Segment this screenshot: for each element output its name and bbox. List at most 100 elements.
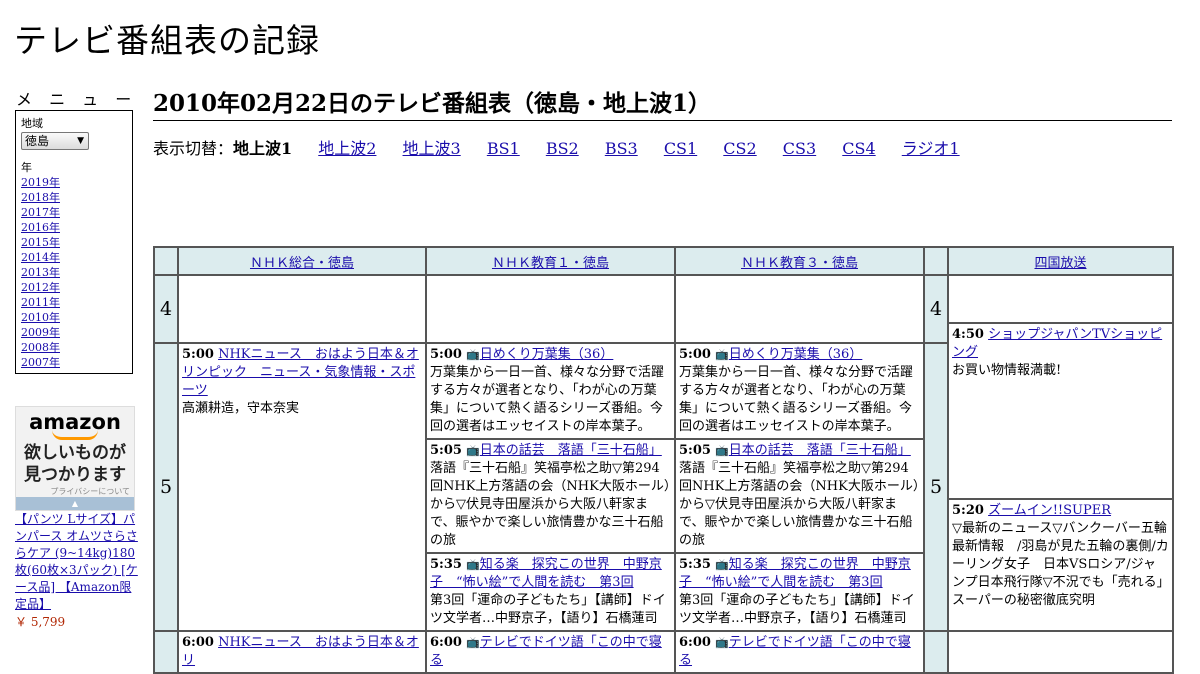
program-cell: 5:20 ズームイン!!SUPER ▽最新のニュース▽バンクーバー五輪最新情報 …	[947, 498, 1174, 632]
switcher-link-bs2[interactable]: BS2	[546, 139, 579, 158]
program-desc: 万葉集から一日一首、様々な分野で活躍する方々が選者となり、「わが心の万葉集」につ…	[430, 365, 665, 434]
program-time: 6:00	[679, 635, 711, 650]
program-cell: 6:00 NHKニュース おはよう日本＆オリ	[177, 630, 427, 674]
tv-icon: 📺	[715, 348, 729, 361]
channel-header-row: ＮＨＫ総合・徳島 ＮＨＫ教育１・徳島 ＮＨＫ教育３・徳島 四国放送	[153, 246, 1174, 276]
amazon-ad-banner[interactable]: amazon 欲しいものが 見つかります プライバシーについて ▲	[15, 406, 135, 511]
program-title-link[interactable]: ショップジャパンTVショッピング	[952, 327, 1162, 360]
program-grid: ＮＨＫ総合・徳島 ＮＨＫ教育１・徳島 ＮＨＫ教育３・徳島 四国放送 4 4 4:…	[153, 246, 1174, 674]
channel-header: ＮＨＫ総合・徳島	[177, 246, 427, 276]
program-title-link[interactable]: 知る楽 探究この世界 中野京子 “怖い絵”で人間を読む 第3回	[679, 557, 911, 590]
program-cell: 6:00 📺テレビでドイツ語「この中で寝る	[674, 630, 925, 674]
switcher-link-chijou3[interactable]: 地上波3	[403, 139, 461, 158]
year-link[interactable]: 2013年	[21, 266, 60, 279]
site-title: テレビ番組表の記録	[14, 21, 320, 60]
year-link[interactable]: 2012年	[21, 281, 60, 294]
program-title-link[interactable]: テレビでドイツ語「この中で寝る	[430, 635, 662, 668]
hour-cell: 5	[923, 342, 949, 632]
program-time: 6:00	[430, 635, 462, 650]
tv-icon: 📺	[466, 636, 480, 649]
program-desc: 高瀬耕造，守本奈実	[182, 401, 300, 416]
year-label: 年	[21, 161, 32, 174]
channel-link[interactable]: ＮＨＫ総合・徳島	[250, 256, 354, 271]
program-title-link[interactable]: 日めくり万葉集（36）	[480, 347, 614, 362]
program-block: 5:05 📺日本の話芸 落語「三十石船」 落語『三十石船』笑福亭松之助▽第294…	[676, 438, 923, 550]
program-title-link[interactable]: 日めくり万葉集（36）	[729, 347, 863, 362]
program-title-link[interactable]: 知る楽 探究この世界 中野京子 “怖い絵”で人間を読む 第3回	[430, 557, 662, 590]
program-cell: 6:00 📺テレビでドイツ語「この中で寝る	[425, 630, 676, 674]
year-link[interactable]: 2010年	[21, 311, 60, 324]
tv-icon: 📺	[466, 348, 480, 361]
program-block: 5:05 📺日本の話芸 落語「三十石船」 落語『三十石船』笑福亭松之助▽第294…	[427, 438, 674, 550]
program-desc: 第3回「運命の子どもたち」【講師】ドイツ文学者…中野京子，【語り】石橋蓮司	[430, 593, 666, 626]
program-desc: 万葉集から一日一首、様々な分野で活躍する方々が選者となり、「わが心の万葉集」につ…	[679, 365, 914, 434]
year-link[interactable]: 2011年	[21, 296, 60, 309]
switcher-link-bs3[interactable]: BS3	[605, 139, 638, 158]
switcher-link-radio1[interactable]: ラジオ1	[902, 139, 960, 158]
ad-product-price: ￥ 5,799	[15, 615, 66, 629]
program-title-link[interactable]: テレビでドイツ語「この中で寝る	[679, 635, 911, 668]
region-label: 地域	[21, 117, 43, 130]
program-title-link[interactable]: NHKニュース おはよう日本＆オリンピック ニュース・気象情報・スポーツ	[182, 347, 419, 398]
region-select-value: 徳島	[25, 134, 50, 148]
channel-header: ＮＨＫ教育３・徳島	[674, 246, 925, 276]
channel-header: 四国放送	[947, 246, 1174, 276]
channel-link[interactable]: ＮＨＫ教育１・徳島	[492, 256, 609, 271]
year-link[interactable]: 2007年	[21, 356, 60, 369]
program-cell: 5:00 NHKニュース おはよう日本＆オリンピック ニュース・気象情報・スポー…	[177, 342, 427, 632]
program-time: 5:05	[430, 443, 462, 458]
program-time: 6:00	[182, 635, 214, 650]
channel-link[interactable]: ＮＨＫ教育３・徳島	[741, 256, 858, 271]
switcher-label: 表示切替：	[153, 139, 234, 158]
switcher-link-cs2[interactable]: CS2	[723, 139, 756, 158]
view-switcher: 表示切替：地上波1 地上波2 地上波3 BS1 BS2 BS3 CS1 CS2 …	[153, 135, 960, 159]
chevron-up-icon: ▲	[71, 499, 79, 508]
hour-cell: 4	[923, 274, 949, 344]
program-cell-empty	[177, 274, 427, 344]
channel-link[interactable]: 四国放送	[1034, 256, 1086, 271]
year-link[interactable]: 2018年	[21, 191, 60, 204]
switcher-link-bs1[interactable]: BS1	[487, 139, 520, 158]
program-cell: 5:00 📺日めくり万葉集（36） 万葉集から一日一首、様々な分野で活躍する方々…	[425, 342, 676, 632]
program-time: 5:05	[679, 443, 711, 458]
year-link[interactable]: 2016年	[21, 221, 60, 234]
ad-text-line1: 欲しいものが	[24, 443, 126, 463]
switcher-link-cs3[interactable]: CS3	[783, 139, 816, 158]
year-link[interactable]: 2008年	[21, 341, 60, 354]
program-cell: 5:00 📺日めくり万葉集（36） 万葉集から一日一首、様々な分野で活躍する方々…	[674, 342, 925, 632]
switcher-current: 地上波1	[233, 139, 293, 158]
year-link[interactable]: 2015年	[21, 236, 60, 249]
program-time: 5:20	[952, 503, 984, 518]
switcher-link-chijou2[interactable]: 地上波2	[318, 139, 376, 158]
switcher-link-cs1[interactable]: CS1	[664, 139, 697, 158]
program-desc: 落語『三十石船』笑福亭松之助▽第294回NHK上方落語の会（NHK大阪ホール）か…	[430, 461, 671, 548]
program-block: 5:35 📺知る楽 探究この世界 中野京子 “怖い絵”で人間を読む 第3回 第3…	[676, 552, 923, 628]
year-link[interactable]: 2014年	[21, 251, 60, 264]
program-time: 5:00	[430, 347, 462, 362]
program-title-link[interactable]: ズームイン!!SUPER	[988, 503, 1111, 518]
year-link[interactable]: 2019年	[21, 176, 60, 189]
menu-box: 地域 徳島 ▼ 年 2019年 2018年 2017年 2016年 2015年 …	[15, 110, 133, 374]
ad-product-link[interactable]: 【パンツ Lサイズ】パンパース オムツさらさらケア (9~14kg)180枚(6…	[15, 511, 139, 613]
program-desc: ▽最新のニュース▽バンクーバー五輪最新情報 /羽島が見た五輪の裏側/カーリング女…	[952, 521, 1169, 608]
chevron-down-icon: ▼	[77, 136, 84, 146]
hour-cell: 5	[153, 342, 179, 632]
year-link[interactable]: 2017年	[21, 206, 60, 219]
program-title-link[interactable]: NHKニュース おはよう日本＆オリ	[182, 635, 419, 668]
year-link[interactable]: 2009年	[21, 326, 60, 339]
tv-icon: 📺	[466, 558, 480, 571]
hour-header-cell	[153, 246, 179, 276]
program-title-link[interactable]: 日本の話芸 落語「三十石船」	[480, 443, 662, 458]
program-title-link[interactable]: 日本の話芸 落語「三十石船」	[729, 443, 911, 458]
region-select[interactable]: 徳島 ▼	[21, 132, 89, 150]
ad-text-line2: 見つかります	[24, 465, 126, 485]
ad-expand-strip[interactable]: ▲	[16, 497, 134, 510]
hour-cell: 4	[153, 274, 179, 344]
program-cell-empty	[947, 630, 1174, 674]
program-time: 5:35	[430, 557, 462, 572]
tv-icon: 📺	[715, 444, 729, 457]
ad-privacy-link[interactable]: プライバシーについて	[16, 486, 134, 497]
program-time: 5:35	[679, 557, 711, 572]
program-desc: お買い物情報満載!	[952, 363, 1062, 378]
switcher-link-cs4[interactable]: CS4	[842, 139, 875, 158]
